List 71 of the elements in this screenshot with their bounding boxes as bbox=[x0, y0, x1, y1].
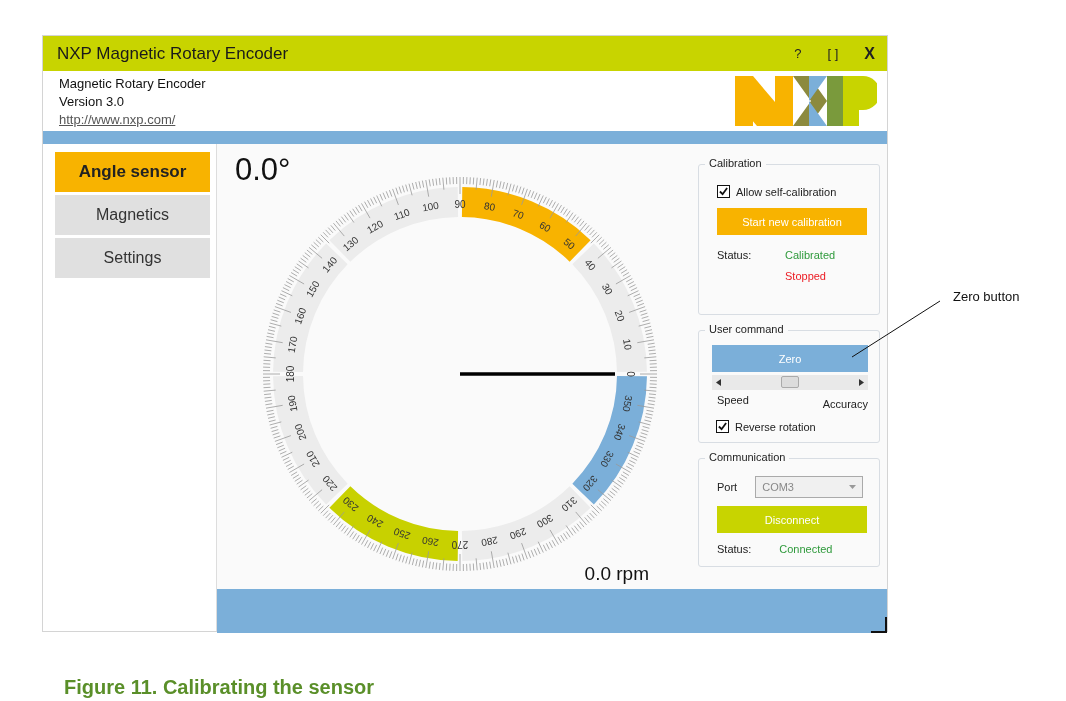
speed-reading: 0.0 rpm bbox=[584, 563, 649, 585]
checkbox[interactable] bbox=[716, 420, 729, 433]
dial-label: 230 bbox=[340, 494, 361, 514]
dial-label: 250 bbox=[392, 525, 412, 542]
dial-label: 330 bbox=[598, 449, 617, 469]
dial-label: 20 bbox=[612, 308, 627, 323]
dial-label: 130 bbox=[340, 234, 361, 254]
website-link[interactable]: http://www.nxp.com/ bbox=[59, 111, 735, 127]
checkbox-label: Allow self-calibration bbox=[736, 185, 837, 198]
checkbox-label: Reverse rotation bbox=[735, 420, 816, 433]
dial-label: 290 bbox=[508, 525, 528, 542]
dial-label: 50 bbox=[561, 236, 578, 252]
dial-label: 110 bbox=[392, 206, 412, 223]
group-title: User command bbox=[705, 323, 788, 335]
dial-label: 150 bbox=[303, 279, 322, 299]
nav-tab[interactable]: Settings bbox=[55, 238, 210, 278]
dial-label: 100 bbox=[421, 199, 440, 214]
app-name: Magnetic Rotary Encoder bbox=[59, 75, 207, 91]
dial-label: 80 bbox=[483, 200, 496, 213]
status-value: Stopped bbox=[785, 270, 827, 282]
dial-label: 310 bbox=[559, 494, 580, 514]
close-button[interactable]: X bbox=[864, 44, 875, 63]
slider-thumb[interactable] bbox=[781, 376, 799, 388]
group-title: Calibration bbox=[705, 157, 766, 169]
dial-label: 0 bbox=[624, 371, 636, 377]
dial-label: 170 bbox=[285, 335, 300, 354]
checkbox[interactable] bbox=[717, 185, 730, 198]
angle-reading: 0.0° bbox=[235, 152, 291, 188]
dial-label: 70 bbox=[511, 207, 526, 222]
maximize-button[interactable]: [ ] bbox=[827, 46, 839, 61]
dial-label: 340 bbox=[611, 422, 628, 442]
dial-label: 240 bbox=[365, 512, 385, 531]
slider-min-label: Speed bbox=[717, 394, 749, 408]
nav-tab[interactable]: Angle sensor bbox=[55, 152, 210, 192]
dial-label: 30 bbox=[599, 281, 615, 297]
dial-label: 280 bbox=[480, 534, 499, 549]
dial-label: 350 bbox=[620, 394, 635, 413]
status-value: Connected bbox=[779, 543, 833, 555]
resize-grip-icon bbox=[871, 617, 887, 633]
status-label: Status: bbox=[717, 543, 752, 555]
dial-label: 140 bbox=[320, 254, 340, 275]
dial-label: 320 bbox=[580, 473, 600, 494]
slider-max-label: Accuracy bbox=[822, 398, 868, 410]
dial-label: 300 bbox=[535, 512, 555, 531]
dial-label: 260 bbox=[421, 534, 440, 549]
dial-label: 60 bbox=[537, 219, 553, 235]
dial-label: 210 bbox=[303, 449, 322, 469]
figure-caption: Figure 11. Calibrating the sensor bbox=[64, 676, 376, 699]
dial-label: 40 bbox=[582, 256, 598, 273]
logo-icon bbox=[735, 76, 877, 126]
caret-icon bbox=[849, 485, 857, 489]
nav-tab[interactable]: Magnetics bbox=[55, 195, 210, 235]
version-text: Version 3.0 bbox=[59, 93, 126, 109]
dial-label: 270 bbox=[451, 538, 469, 550]
dial-label: 160 bbox=[292, 306, 309, 326]
status-label: Status: bbox=[717, 249, 753, 261]
dial-label: 200 bbox=[292, 422, 309, 442]
status-value: Calibrated bbox=[785, 249, 837, 261]
right-arrow-icon bbox=[859, 379, 864, 386]
dial-label: 180 bbox=[284, 365, 296, 383]
window-title: NXP Magnetic Rotary Encoder bbox=[57, 43, 290, 64]
annotation-text: Zero button bbox=[953, 289, 1020, 304]
dial-label: 220 bbox=[320, 473, 340, 494]
left-arrow-icon bbox=[716, 379, 721, 386]
dial-label: 10 bbox=[621, 338, 634, 351]
slider[interactable] bbox=[712, 375, 868, 390]
help-button[interactable]: ? bbox=[794, 46, 802, 61]
group-title: Communication bbox=[705, 451, 790, 463]
port-label: Port bbox=[717, 481, 738, 493]
dial-label: 120 bbox=[365, 217, 385, 236]
dial-label: 190 bbox=[285, 394, 300, 413]
